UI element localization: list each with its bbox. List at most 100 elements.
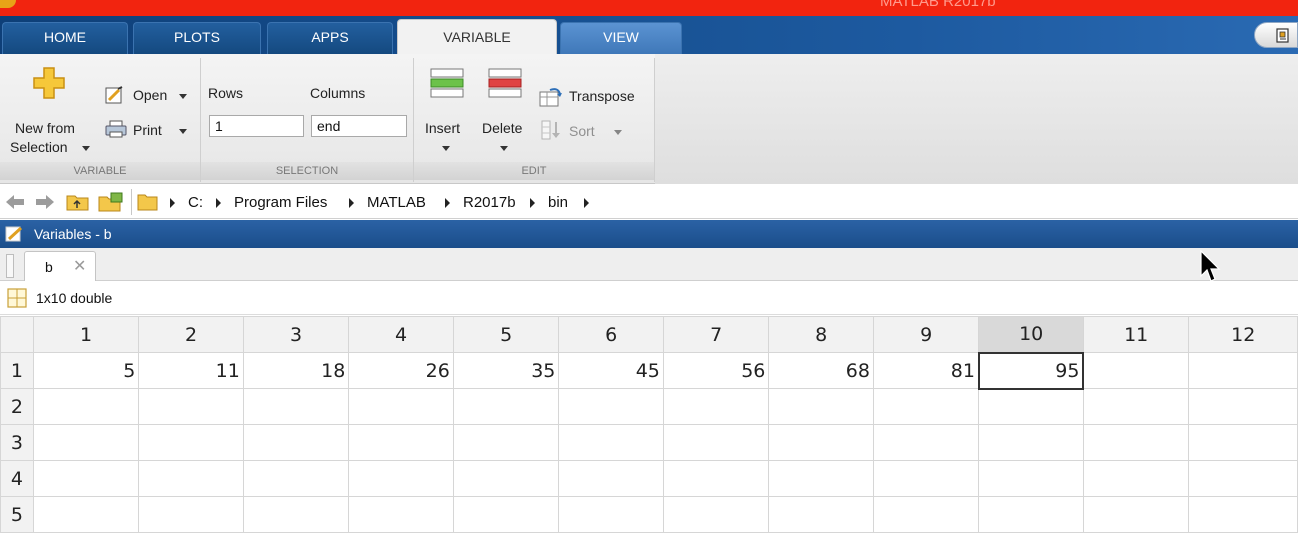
delete-button[interactable]: Delete <box>478 58 530 158</box>
grid-cell[interactable] <box>452 424 560 461</box>
grid-cell[interactable] <box>242 496 350 533</box>
column-header[interactable]: 5 <box>452 316 560 353</box>
tab-home[interactable]: HOME <box>2 22 128 54</box>
print-button[interactable]: Print <box>104 118 194 142</box>
grid-cell[interactable] <box>138 424 244 461</box>
grid-cell[interactable] <box>768 496 874 533</box>
grid-cell[interactable] <box>242 388 350 425</box>
column-header[interactable]: 6 <box>558 316 664 353</box>
tab-plots[interactable]: PLOTS <box>133 22 261 54</box>
grid-cell[interactable] <box>32 496 140 533</box>
grid-cell[interactable]: 35 <box>452 352 560 389</box>
sort-button[interactable]: Sort <box>538 118 628 142</box>
grid-cell[interactable] <box>662 496 770 533</box>
column-header[interactable]: 9 <box>872 316 980 353</box>
grid-cell[interactable] <box>32 424 140 461</box>
grid-cell[interactable] <box>1082 352 1190 389</box>
help-button[interactable] <box>1254 22 1298 48</box>
grid-cell[interactable] <box>1082 424 1190 461</box>
column-header[interactable]: 1 <box>32 316 140 353</box>
rows-input[interactable] <box>209 115 304 137</box>
grid-cell[interactable] <box>1188 388 1298 425</box>
grid-cell[interactable] <box>452 460 560 497</box>
grid-cell[interactable] <box>348 460 454 497</box>
open-button[interactable]: Open <box>104 84 194 108</box>
grid-cell[interactable] <box>348 496 454 533</box>
grid-cell[interactable] <box>768 460 874 497</box>
grid-cell[interactable] <box>662 460 770 497</box>
tab-view[interactable]: VIEW <box>560 22 682 54</box>
column-header[interactable]: 3 <box>242 316 350 353</box>
grid-cell[interactable]: 56 <box>662 352 770 389</box>
grid-cell[interactable]: 18 <box>242 352 350 389</box>
grid-cell[interactable] <box>662 424 770 461</box>
tab-variable[interactable]: VARIABLE <box>397 19 557 55</box>
grid-cell[interactable] <box>1188 352 1298 389</box>
grid-cell[interactable] <box>138 388 244 425</box>
grid-cell[interactable] <box>348 388 454 425</box>
grid-cell[interactable] <box>558 496 664 533</box>
column-header[interactable]: 4 <box>348 316 454 353</box>
grid-cell[interactable] <box>138 496 244 533</box>
grid-cell[interactable] <box>32 460 140 497</box>
grid-cell[interactable] <box>558 460 664 497</box>
grid-cell[interactable] <box>1082 496 1190 533</box>
grid-cell[interactable] <box>558 424 664 461</box>
row-header[interactable]: 3 <box>0 424 34 461</box>
grid-cell[interactable] <box>978 388 1084 425</box>
transpose-button[interactable]: Transpose <box>538 84 650 108</box>
breadcrumb-item[interactable]: bin <box>548 194 568 211</box>
grid-cell[interactable] <box>872 424 980 461</box>
breadcrumb-item[interactable]: Program Files <box>234 194 327 211</box>
grid-cell[interactable] <box>242 460 350 497</box>
grid-cell[interactable]: 11 <box>138 352 244 389</box>
breadcrumb-item[interactable]: MATLAB <box>367 194 426 211</box>
grid-cell[interactable] <box>662 388 770 425</box>
grid-cell[interactable] <box>138 460 244 497</box>
insert-button[interactable]: Insert <box>420 58 472 158</box>
tab-apps[interactable]: APPS <box>267 22 393 54</box>
up-folder-icon[interactable] <box>66 192 90 212</box>
grid-cell[interactable] <box>872 460 980 497</box>
column-header[interactable]: 2 <box>138 316 244 353</box>
grid-cell[interactable] <box>1082 460 1190 497</box>
grid-cell[interactable] <box>978 460 1084 497</box>
forward-arrow-icon[interactable] <box>34 194 56 210</box>
grid-cell[interactable] <box>872 388 980 425</box>
grid-cell[interactable] <box>872 496 980 533</box>
grid-cell[interactable]: 5 <box>32 352 140 389</box>
grid-cell[interactable]: 45 <box>558 352 664 389</box>
row-header[interactable]: 2 <box>0 388 34 425</box>
column-header[interactable]: 7 <box>662 316 770 353</box>
new-from-selection-button[interactable]: New from Selection <box>4 58 96 158</box>
grid-cell[interactable] <box>1188 460 1298 497</box>
grid-cell[interactable] <box>242 424 350 461</box>
grid-cell[interactable] <box>558 388 664 425</box>
grid-cell[interactable] <box>1188 496 1298 533</box>
grid-cell[interactable] <box>978 424 1084 461</box>
grid-cell[interactable] <box>452 496 560 533</box>
grid-cell[interactable]: 68 <box>768 352 874 389</box>
browse-folder-icon[interactable] <box>98 191 124 213</box>
grid-cell[interactable] <box>32 388 140 425</box>
grid-cell[interactable] <box>768 388 874 425</box>
row-header[interactable]: 1 <box>0 352 34 389</box>
column-header[interactable]: 12 <box>1188 316 1298 353</box>
column-header[interactable]: 11 <box>1082 316 1190 353</box>
grid-cell[interactable]: 95 <box>977 351 1085 390</box>
back-arrow-icon[interactable] <box>4 194 26 210</box>
close-icon[interactable]: ✕ <box>73 256 86 276</box>
grid-cell[interactable] <box>768 424 874 461</box>
grid-cell[interactable] <box>978 496 1084 533</box>
column-header[interactable]: 8 <box>768 316 874 353</box>
row-header[interactable]: 4 <box>0 460 34 497</box>
grid-cell[interactable]: 81 <box>872 352 980 389</box>
tab-variable-b[interactable]: b ✕ <box>24 251 96 281</box>
breadcrumb-item[interactable]: C: <box>188 194 203 211</box>
grid-cell[interactable] <box>1082 388 1190 425</box>
grid-cell[interactable]: 26 <box>348 352 454 389</box>
breadcrumb-item[interactable]: R2017b <box>463 194 516 211</box>
grid-corner[interactable] <box>0 316 34 353</box>
columns-input[interactable] <box>311 115 407 137</box>
grid-cell[interactable] <box>1188 424 1298 461</box>
